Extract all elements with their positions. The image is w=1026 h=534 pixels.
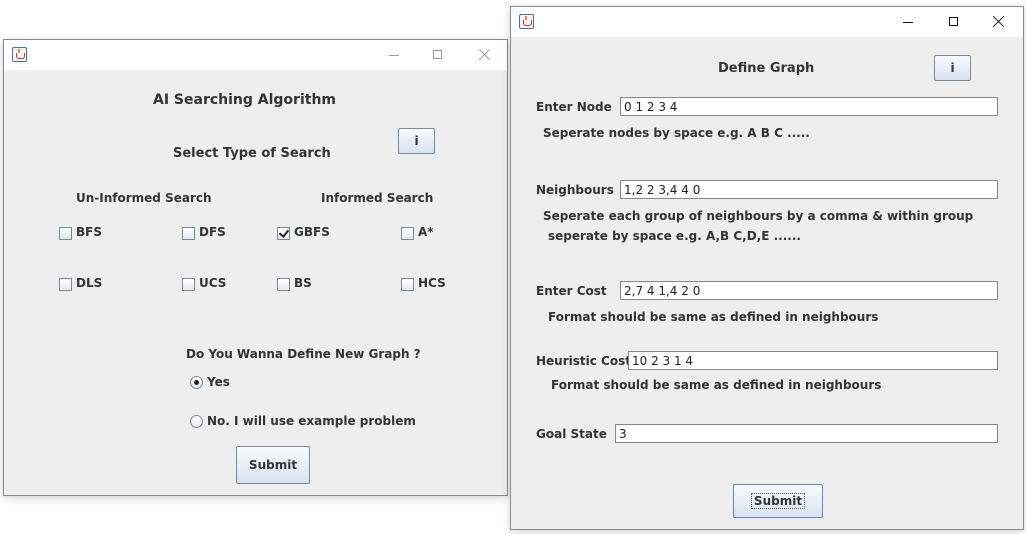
graph-title: Define Graph <box>718 61 815 76</box>
checkbox-gbfs[interactable] <box>277 227 290 240</box>
minimize-icon <box>903 22 913 23</box>
cost-hint: Format should be same as defined in neig… <box>548 310 879 324</box>
graph-info-button[interactable]: i <box>934 55 971 81</box>
informed-heading: Informed Search <box>321 191 434 205</box>
heuristic-label: Heuristic Cost <box>536 354 631 368</box>
cost-label: Enter Cost <box>536 284 607 298</box>
close-button[interactable] <box>461 40 507 70</box>
heuristic-input[interactable] <box>628 351 998 370</box>
maximize-button[interactable] <box>931 7 977 37</box>
java-app-icon <box>519 14 534 29</box>
maximize-icon <box>433 50 442 59</box>
maximize-button[interactable] <box>415 40 461 70</box>
cost-input[interactable] <box>620 281 998 300</box>
minimize-button[interactable] <box>885 7 931 37</box>
neighbours-label: Neighbours <box>536 183 614 197</box>
radio-no[interactable] <box>190 415 203 428</box>
graph-submit-label: Submit <box>750 493 806 509</box>
search-window: AI Searching Algorithm i Select Type of … <box>3 39 508 496</box>
node-hint: Seperate nodes by space e.g. A B C ..... <box>543 126 810 140</box>
minimize-button[interactable] <box>371 40 417 70</box>
java-app-icon <box>12 47 27 62</box>
heuristic-hint: Format should be same as defined in neig… <box>551 378 882 392</box>
neighbours-hint-line1: Seperate each group of neighbours by a c… <box>543 209 974 223</box>
radio-no-label[interactable]: No. I will use example problem <box>207 414 416 428</box>
checkbox-hcs-label[interactable]: HCS <box>418 276 446 290</box>
minimize-icon <box>389 55 399 56</box>
search-window-titlebar[interactable] <box>4 40 507 70</box>
checkbox-dfs[interactable] <box>182 227 195 240</box>
checkbox-bs[interactable] <box>277 278 290 291</box>
goal-label: Goal State <box>536 427 607 441</box>
checkbox-bs-label[interactable]: BS <box>294 276 312 290</box>
neighbours-input[interactable] <box>620 180 998 199</box>
checkbox-ucs-label[interactable]: UCS <box>199 276 226 290</box>
neighbours-hint-line2: seperate by space e.g. A,B C,D,E ...... <box>548 229 801 243</box>
close-button[interactable] <box>975 7 1021 37</box>
maximize-icon <box>949 17 958 26</box>
search-subtitle: Select Type of Search <box>173 146 331 161</box>
search-title: AI Searching Algorithm <box>153 92 336 108</box>
checkbox-bfs-label[interactable]: BFS <box>76 225 102 239</box>
checkbox-astar[interactable] <box>401 227 414 240</box>
radio-yes-label[interactable]: Yes <box>207 375 230 389</box>
node-input[interactable] <box>620 97 998 116</box>
graph-submit-button[interactable]: Submit <box>733 484 823 518</box>
close-icon <box>992 15 1005 28</box>
radio-dot-icon <box>194 380 199 385</box>
checkbox-astar-label[interactable]: A* <box>418 225 434 239</box>
checkbox-dls[interactable] <box>59 278 72 291</box>
checkbox-bfs[interactable] <box>59 227 72 240</box>
search-info-button[interactable]: i <box>398 128 435 154</box>
close-icon <box>478 48 491 61</box>
uninformed-heading: Un-Informed Search <box>76 191 212 205</box>
checkbox-ucs[interactable] <box>182 278 195 291</box>
checkbox-gbfs-label[interactable]: GBFS <box>294 225 330 239</box>
checkbox-dfs-label[interactable]: DFS <box>199 225 226 239</box>
checkbox-dls-label[interactable]: DLS <box>76 276 102 290</box>
checkbox-hcs[interactable] <box>401 278 414 291</box>
node-label: Enter Node <box>536 100 612 114</box>
search-submit-button[interactable]: Submit <box>236 446 310 484</box>
graph-window-titlebar[interactable] <box>511 7 1023 37</box>
goal-input[interactable] <box>615 424 998 443</box>
radio-yes[interactable] <box>190 376 203 389</box>
check-icon <box>278 227 290 238</box>
graph-window: Define Graph i Enter Node Seperate nodes… <box>510 6 1024 530</box>
new-graph-question: Do You Wanna Define New Graph ? <box>186 347 421 361</box>
